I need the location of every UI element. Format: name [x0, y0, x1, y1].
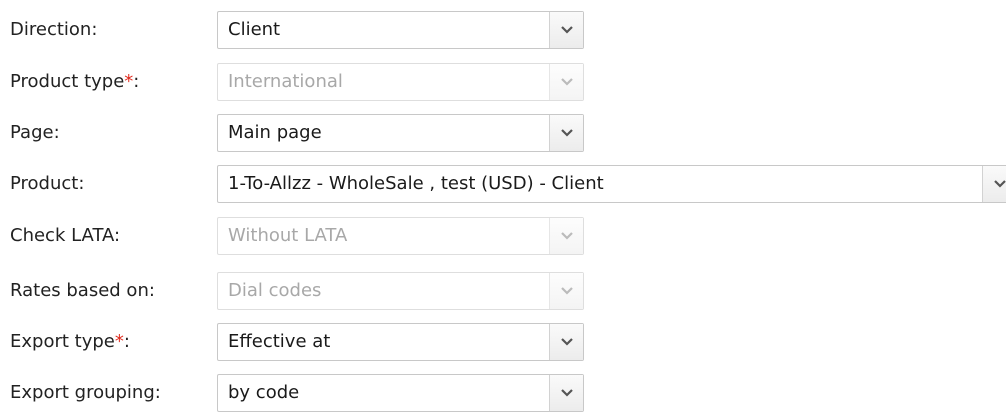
product-type-row: Product type*: International	[0, 63, 1006, 101]
check-lata-dropdown-button	[549, 218, 583, 254]
direction-value: Client	[228, 19, 281, 40]
export-rates-form: Direction: Client Product type*: Interna…	[0, 0, 1006, 412]
direction-select[interactable]: Client	[217, 11, 584, 49]
product-type-dropdown-button	[549, 64, 583, 100]
product-value: 1-To-Allzz - WholeSale , test (USD) - Cl…	[228, 173, 604, 194]
page-row: Page: Main page	[0, 114, 1006, 152]
chevron-down-icon	[561, 232, 573, 240]
export-type-value: Effective at	[228, 331, 331, 352]
rates-based-on-label: Rates based on:	[10, 280, 155, 301]
chevron-down-icon	[561, 287, 573, 295]
export-grouping-label: Export grouping:	[10, 382, 161, 403]
page-dropdown-button[interactable]	[549, 115, 583, 151]
export-type-row: Export type*: Effective at	[0, 323, 1006, 361]
chevron-down-icon	[561, 26, 573, 34]
product-type-value: International	[228, 71, 343, 92]
product-select[interactable]: 1-To-Allzz - WholeSale , test (USD) - Cl…	[217, 165, 1006, 203]
product-label: Product:	[10, 173, 85, 194]
export-grouping-select[interactable]: by code	[217, 374, 584, 412]
direction-label: Direction:	[10, 19, 98, 40]
product-dropdown-button[interactable]	[982, 166, 1006, 202]
export-type-select[interactable]: Effective at	[217, 323, 584, 361]
export-grouping-row: Export grouping: by code	[0, 374, 1006, 412]
direction-row: Direction: Client	[0, 11, 1006, 49]
product-type-label: Product type*:	[10, 63, 139, 101]
page-label: Page:	[10, 122, 60, 143]
page-value: Main page	[228, 122, 322, 143]
chevron-down-icon	[561, 338, 573, 346]
export-grouping-dropdown-button[interactable]	[549, 375, 583, 411]
rates-based-on-value: Dial codes	[228, 280, 322, 301]
product-type-label-suffix: :	[133, 71, 140, 92]
check-lata-label: Check LATA:	[10, 225, 121, 246]
export-type-label-suffix: :	[123, 331, 130, 352]
rates-based-on-dropdown-button	[549, 273, 583, 309]
export-grouping-value: by code	[228, 382, 300, 403]
rates-based-on-row: Rates based on: Dial codes	[0, 272, 1006, 310]
export-type-label-text: Export type	[10, 331, 115, 352]
page-select[interactable]: Main page	[217, 114, 584, 152]
required-marker: *	[114, 331, 124, 352]
check-lata-row: Check LATA: Without LATA	[0, 217, 1006, 255]
chevron-down-icon	[561, 78, 573, 86]
check-lata-select: Without LATA	[217, 217, 584, 255]
chevron-down-icon	[561, 129, 573, 137]
rates-based-on-select: Dial codes	[217, 272, 584, 310]
export-type-label: Export type*:	[10, 323, 130, 361]
product-type-select: International	[217, 63, 584, 101]
direction-dropdown-button[interactable]	[549, 12, 583, 48]
product-type-label-text: Product type	[10, 71, 125, 92]
chevron-down-icon	[561, 389, 573, 397]
check-lata-value: Without LATA	[228, 225, 348, 246]
chevron-down-icon	[994, 180, 1006, 188]
product-row: Product: 1-To-Allzz - WholeSale , test (…	[0, 165, 1006, 203]
required-marker: *	[124, 71, 134, 92]
export-type-dropdown-button[interactable]	[549, 324, 583, 360]
